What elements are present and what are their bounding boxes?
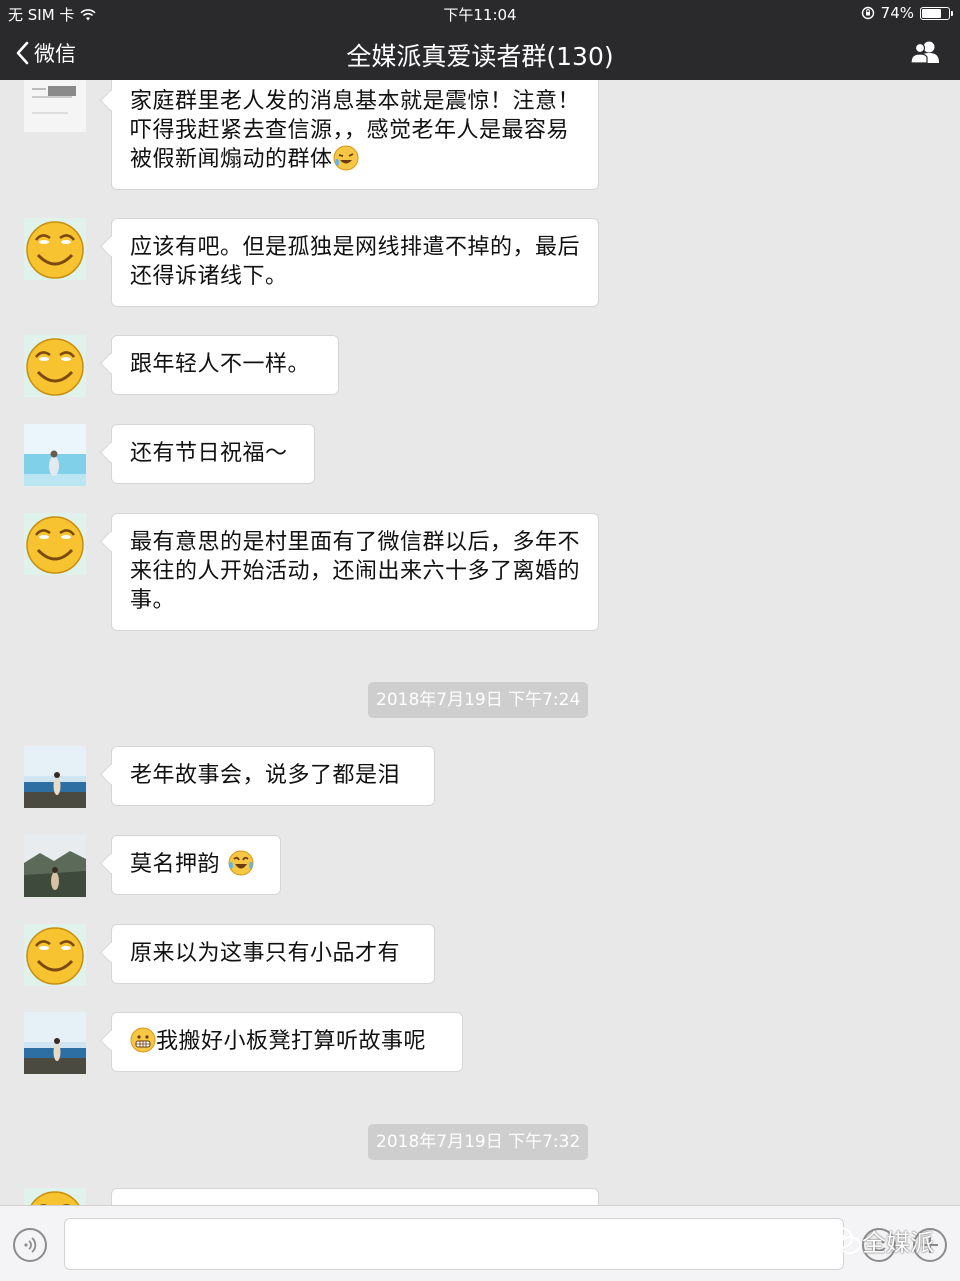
message-bubble[interactable]: 家庭群里老人发的消息基本就是震惊！注意！吓得我赶紧去查信源，，感觉老年人是最容易…: [111, 80, 599, 190]
message-row: 最有意思的是村里面有了微信群以后，多年不来往的人开始活动，还闹出来六十多了离婚的…: [24, 513, 599, 631]
avatar[interactable]: [24, 1012, 86, 1074]
message-row: 原来以为这事只有小品才有: [24, 924, 435, 986]
laughing-tears-emoji-icon: [333, 145, 359, 171]
smiley-face-avatar-icon: [24, 218, 86, 280]
message-bubble[interactable]: 老年故事会，说多了都是泪: [111, 746, 435, 806]
battery-percent: 74%: [880, 4, 914, 22]
battery-fill: [922, 8, 941, 18]
rotation-lock-icon: [861, 6, 874, 20]
message-row: 跟年轻人不一样。: [24, 335, 339, 397]
beach-girl-avatar-icon: [24, 746, 86, 808]
message-text: 应该有吧。但是孤独是网线排遣不掉的，最后还得诉诸线下。: [130, 235, 581, 289]
watermark: 全媒派: [826, 1223, 934, 1258]
avatar[interactable]: [24, 80, 86, 132]
wechat-logo-icon: [827, 1226, 861, 1254]
message-row: 应该有吧。但是孤独是网线排遣不掉的，最后还得诉诸线下。: [24, 218, 599, 307]
beach-girl-avatar-icon: [24, 1012, 86, 1074]
avatar[interactable]: [24, 424, 86, 486]
clock: 下午11:04: [443, 6, 517, 24]
message-bubble[interactable]: 我搬好小板凳打算听故事呢: [111, 1012, 463, 1072]
message-text: 跟年轻人不一样。: [130, 352, 311, 377]
timestamp: 2018年7月19日 下午7:24: [368, 682, 589, 718]
message-bubble[interactable]: 应该有吧。但是孤独是网线排遣不掉的，最后还得诉诸线下。: [111, 218, 599, 307]
message-input[interactable]: [64, 1218, 844, 1270]
message-text: 最有意思的是村里面有了微信群以后，多年不来往的人开始活动，还闹出来六十多了离婚的…: [130, 530, 581, 613]
message-row: 莫名押韵: [24, 835, 281, 897]
message-text: 老年故事会，说多了都是泪: [130, 763, 401, 788]
message-row: 家庭群里老人发的消息基本就是震惊！注意！吓得我赶紧去查信源，，感觉老年人是最容易…: [24, 80, 599, 190]
message-bubble[interactable]: 原来以为这事只有小品才有: [111, 924, 435, 984]
document-thumbnail-icon: [24, 80, 86, 132]
timestamp: 2018年7月19日 下午7:32: [368, 1124, 589, 1160]
message-bubble[interactable]: 莫名押韵: [111, 835, 281, 895]
avatar[interactable]: [24, 218, 86, 280]
voice-icon: [24, 1237, 37, 1253]
group-members-button[interactable]: [910, 40, 940, 68]
input-bar: [0, 1205, 960, 1281]
message-text: 还有节日祝福～: [130, 441, 288, 466]
voice-button[interactable]: [13, 1228, 47, 1262]
avatar[interactable]: [24, 746, 86, 808]
avatar[interactable]: [24, 924, 86, 986]
message-row: 老年故事会，说多了都是泪: [24, 746, 435, 808]
grimace-emoji-icon: [130, 1027, 156, 1053]
tears-of-joy-emoji-icon: [228, 850, 254, 876]
message-bubble[interactable]: [111, 1188, 599, 1205]
message-bubble[interactable]: 跟年轻人不一样。: [111, 335, 339, 395]
message-bubble[interactable]: 还有节日祝福～: [111, 424, 315, 484]
status-bar: 无 SIM 卡 下午11:04 74%: [0, 0, 960, 26]
sea-figure-avatar-icon: [24, 424, 86, 486]
group-people-icon: [910, 41, 939, 64]
chat-title: 全媒派真爱读者群(130): [346, 42, 614, 71]
status-right: 74%: [861, 4, 953, 22]
message-row: [24, 1188, 599, 1205]
message-bubble[interactable]: 最有意思的是村里面有了微信群以后，多年不来往的人开始活动，还闹出来六十多了离婚的…: [111, 513, 599, 631]
message-text: 我搬好小板凳打算听故事呢: [156, 1029, 427, 1054]
avatar[interactable]: [24, 513, 86, 575]
message-text: 莫名押韵: [130, 852, 221, 877]
smiley-face-avatar-icon: [24, 924, 86, 986]
battery-icon: [920, 6, 953, 20]
smiley-face-avatar-icon: [24, 513, 86, 575]
avatar[interactable]: [24, 335, 86, 397]
avatar[interactable]: [24, 835, 86, 897]
nav-bar: 微信 全媒派真爱读者群(130): [0, 26, 960, 80]
mountain-girl-avatar-icon: [24, 835, 86, 897]
message-row: 还有节日祝福～: [24, 424, 315, 486]
smiley-face-avatar-icon: [24, 1188, 86, 1205]
chat-area[interactable]: 家庭群里老人发的消息基本就是震惊！注意！吓得我赶紧去查信源，，感觉老年人是最容易…: [0, 80, 960, 1205]
avatar[interactable]: [24, 1188, 86, 1205]
smiley-face-avatar-icon: [24, 335, 86, 397]
message-row: 我搬好小板凳打算听故事呢: [24, 1012, 463, 1074]
watermark-text: 全媒派: [862, 1229, 934, 1257]
message-text: 原来以为这事只有小品才有: [130, 941, 401, 966]
